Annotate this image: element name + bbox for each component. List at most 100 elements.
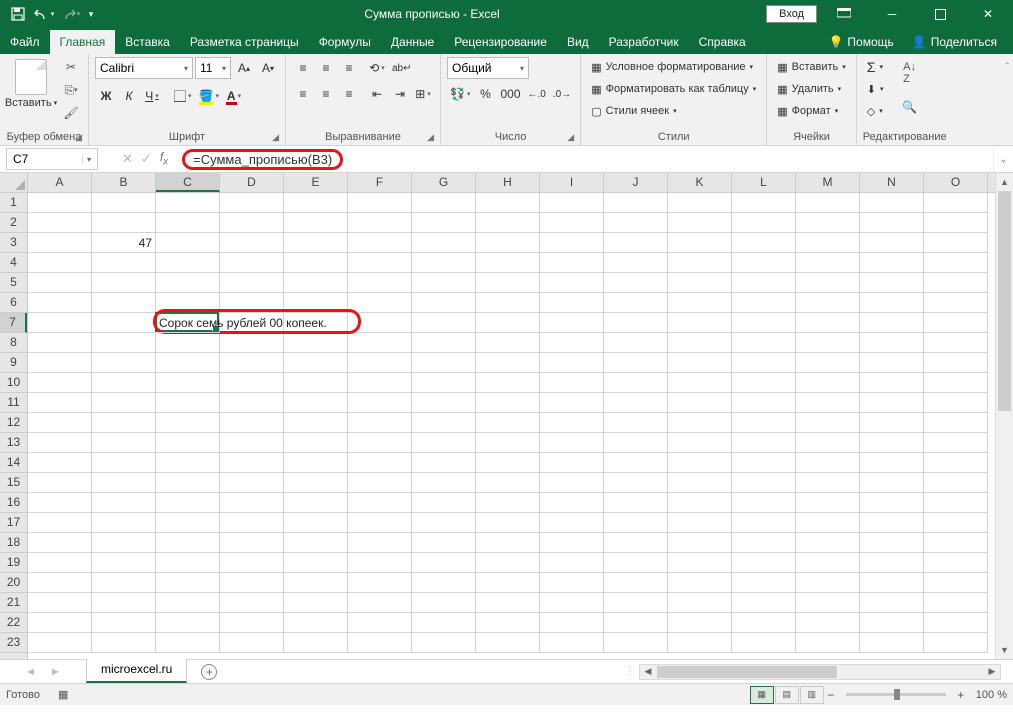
cell[interactable]: [348, 593, 412, 613]
dialog-launcher-icon[interactable]: ◢: [272, 132, 279, 143]
cell[interactable]: [796, 573, 860, 593]
clear-button[interactable]: ◇▾: [863, 101, 888, 121]
grow-font-icon[interactable]: A▴: [233, 57, 255, 79]
cell[interactable]: [284, 453, 348, 473]
cell[interactable]: [28, 293, 92, 313]
cell[interactable]: [348, 513, 412, 533]
cell[interactable]: [476, 433, 540, 453]
cell[interactable]: [284, 213, 348, 233]
cell[interactable]: [156, 493, 220, 513]
cell[interactable]: [28, 553, 92, 573]
cell[interactable]: [92, 213, 156, 233]
tab-view[interactable]: Вид: [557, 30, 599, 54]
cell[interactable]: [476, 353, 540, 373]
cell[interactable]: [860, 533, 924, 553]
cell[interactable]: [412, 533, 476, 553]
cell[interactable]: [156, 333, 220, 353]
cell[interactable]: [156, 413, 220, 433]
cell[interactable]: [540, 453, 604, 473]
col-header-E[interactable]: E: [284, 173, 348, 192]
cell[interactable]: [476, 473, 540, 493]
merge-cells-icon[interactable]: ⊞: [412, 83, 434, 105]
normal-view-icon[interactable]: ▦: [750, 686, 774, 704]
cell[interactable]: [220, 253, 284, 273]
cell[interactable]: [348, 393, 412, 413]
cell[interactable]: [732, 473, 796, 493]
cell[interactable]: [924, 453, 988, 473]
cell[interactable]: [284, 333, 348, 353]
cell[interactable]: [604, 213, 668, 233]
cell[interactable]: [540, 353, 604, 373]
cell[interactable]: [156, 373, 220, 393]
cell[interactable]: [924, 193, 988, 213]
cell[interactable]: [28, 253, 92, 273]
cell[interactable]: [924, 373, 988, 393]
dialog-launcher-icon[interactable]: ◢: [567, 132, 574, 143]
cell[interactable]: [348, 213, 412, 233]
cell[interactable]: [796, 613, 860, 633]
cell[interactable]: [28, 213, 92, 233]
tab-review[interactable]: Рецензирование: [444, 30, 557, 54]
cell[interactable]: [28, 453, 92, 473]
cell[interactable]: [284, 233, 348, 253]
cell[interactable]: [540, 513, 604, 533]
paste-button[interactable]: Вставить▾: [6, 57, 56, 109]
cell[interactable]: [476, 453, 540, 473]
cell[interactable]: [284, 593, 348, 613]
row-header-20[interactable]: 20: [0, 573, 27, 593]
cell[interactable]: [412, 513, 476, 533]
cell[interactable]: [732, 253, 796, 273]
redo-icon[interactable]: ▾: [58, 3, 82, 25]
find-select-icon[interactable]: 🔍: [896, 91, 924, 123]
cell[interactable]: [412, 293, 476, 313]
cell[interactable]: [220, 353, 284, 373]
cell[interactable]: [604, 253, 668, 273]
spreadsheet-grid[interactable]: ABCDEFGHIJKLMNO 123456789101112131415161…: [0, 173, 1013, 659]
cell[interactable]: [220, 273, 284, 293]
cell[interactable]: [28, 393, 92, 413]
cell[interactable]: [860, 393, 924, 413]
tab-developer[interactable]: Разработчик: [599, 30, 689, 54]
display-options-icon[interactable]: [823, 1, 865, 27]
cell[interactable]: [604, 353, 668, 373]
cell[interactable]: [860, 513, 924, 533]
cell[interactable]: [220, 413, 284, 433]
cell[interactable]: [476, 413, 540, 433]
cell[interactable]: [28, 633, 92, 653]
cell[interactable]: [412, 333, 476, 353]
cell[interactable]: [668, 473, 732, 493]
dialog-launcher-icon[interactable]: ◢: [427, 132, 434, 143]
col-header-D[interactable]: D: [220, 173, 284, 192]
cell[interactable]: [732, 353, 796, 373]
cell[interactable]: [156, 473, 220, 493]
cell[interactable]: [92, 293, 156, 313]
zoom-slider[interactable]: [846, 693, 946, 696]
cell[interactable]: [540, 533, 604, 553]
cell[interactable]: [860, 333, 924, 353]
cell[interactable]: [860, 213, 924, 233]
cell[interactable]: [92, 393, 156, 413]
cell[interactable]: [348, 553, 412, 573]
cell[interactable]: [476, 573, 540, 593]
cell[interactable]: [604, 433, 668, 453]
cell[interactable]: [796, 213, 860, 233]
row-header-1[interactable]: 1: [0, 193, 27, 213]
cell[interactable]: [604, 393, 668, 413]
number-format-combo[interactable]: Общий▾: [447, 57, 529, 79]
cell[interactable]: [668, 553, 732, 573]
cell[interactable]: [604, 633, 668, 653]
cell[interactable]: [28, 353, 92, 373]
cell[interactable]: [668, 253, 732, 273]
cell[interactable]: [860, 593, 924, 613]
row-headers[interactable]: 1234567891011121314151617181920212223: [0, 193, 28, 659]
cell[interactable]: [604, 533, 668, 553]
cell[interactable]: [924, 433, 988, 453]
row-header-22[interactable]: 22: [0, 613, 27, 633]
cell[interactable]: [28, 273, 92, 293]
cell[interactable]: [604, 373, 668, 393]
cell[interactable]: [860, 253, 924, 273]
cell[interactable]: [156, 273, 220, 293]
cell[interactable]: [284, 193, 348, 213]
font-color-icon[interactable]: A: [223, 85, 245, 107]
row-header-23[interactable]: 23: [0, 633, 27, 653]
